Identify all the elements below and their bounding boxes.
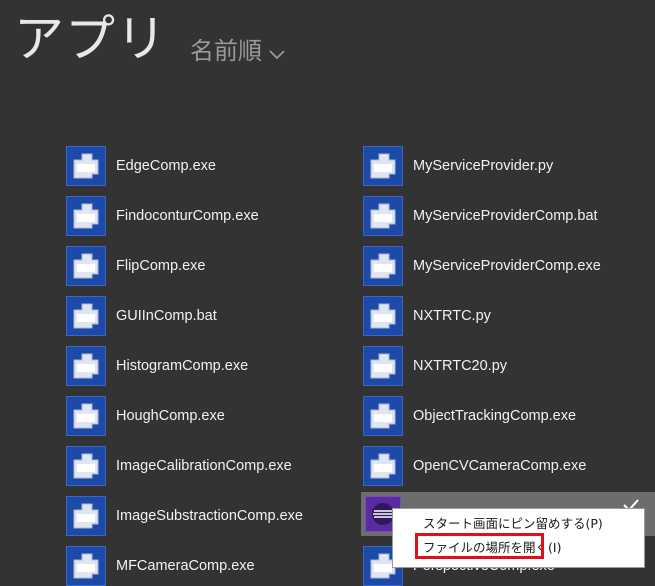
app-item[interactable]: OpenCVCameraComp.exe [363,446,586,486]
app-window-icon [66,246,106,286]
app-label: FindoconturComp.exe [116,208,259,224]
app-item[interactable]: FindoconturComp.exe [66,196,259,236]
app-item[interactable]: EdgeComp.exe [66,146,216,186]
app-window-icon [66,296,106,336]
app-window-icon [66,196,106,236]
app-window-icon [363,146,403,186]
app-label: FlipComp.exe [116,258,206,274]
app-item[interactable]: ObjectTrackingComp.exe [363,396,576,436]
app-item[interactable]: MFCameraComp.exe [66,546,255,586]
app-label: GUIInComp.bat [116,308,217,324]
sort-dropdown[interactable]: 名前順 [190,34,286,68]
app-label: HoughComp.exe [116,408,225,424]
app-label: EdgeComp.exe [116,158,216,174]
chevron-down-icon [269,50,285,60]
app-window-icon [363,296,403,336]
app-item[interactable]: MyServiceProvider.py [363,146,553,186]
app-item[interactable]: HoughComp.exe [66,396,225,436]
app-label: MyServiceProvider.py [413,158,554,174]
app-label: MFCameraComp.exe [116,558,255,574]
app-window-icon [66,446,106,486]
app-label: ObjectTrackingComp.exe [413,408,577,424]
app-item[interactable]: MyServiceProviderComp.exe [363,246,601,286]
page-title: アプリ [14,10,167,68]
app-item[interactable]: MyServiceProviderComp.bat [363,196,598,236]
menu-item-pin-to-start[interactable]: スタート画面にピン留めする(P) [423,515,603,533]
app-window-icon [66,346,106,386]
app-window-icon [66,496,106,536]
app-window-icon [363,196,403,236]
app-label: NXTRTC.py [413,308,491,324]
app-label: MyServiceProviderComp.exe [413,258,601,274]
highlight-box [415,533,544,559]
app-window-icon [363,446,403,486]
app-window-icon [363,396,403,436]
app-item[interactable]: GUIInComp.bat [66,296,217,336]
sort-label: 名前順 [190,37,262,65]
app-window-icon [66,146,106,186]
app-item[interactable]: FlipComp.exe [66,246,205,286]
app-label: MyServiceProviderComp.bat [413,208,598,224]
app-label: OpenCVCameraComp.exe [413,458,587,474]
app-label: NXTRTC20.py [413,358,508,374]
app-label: HistogramComp.exe [116,358,249,374]
app-label: ImageCalibrationComp.exe [116,458,292,474]
app-label: ImageSubstractionComp.exe [116,508,303,524]
app-item[interactable]: HistogramComp.exe [66,346,248,386]
app-item[interactable]: ImageCalibrationComp.exe [66,446,292,486]
app-item[interactable]: ImageSubstractionComp.exe [66,496,303,536]
app-item[interactable]: NXTRTC.py [363,296,491,336]
app-window-icon [66,546,106,586]
app-window-icon [363,346,403,386]
app-window-icon [363,246,403,286]
app-window-icon [66,396,106,436]
app-item[interactable]: NXTRTC20.py [363,346,507,386]
